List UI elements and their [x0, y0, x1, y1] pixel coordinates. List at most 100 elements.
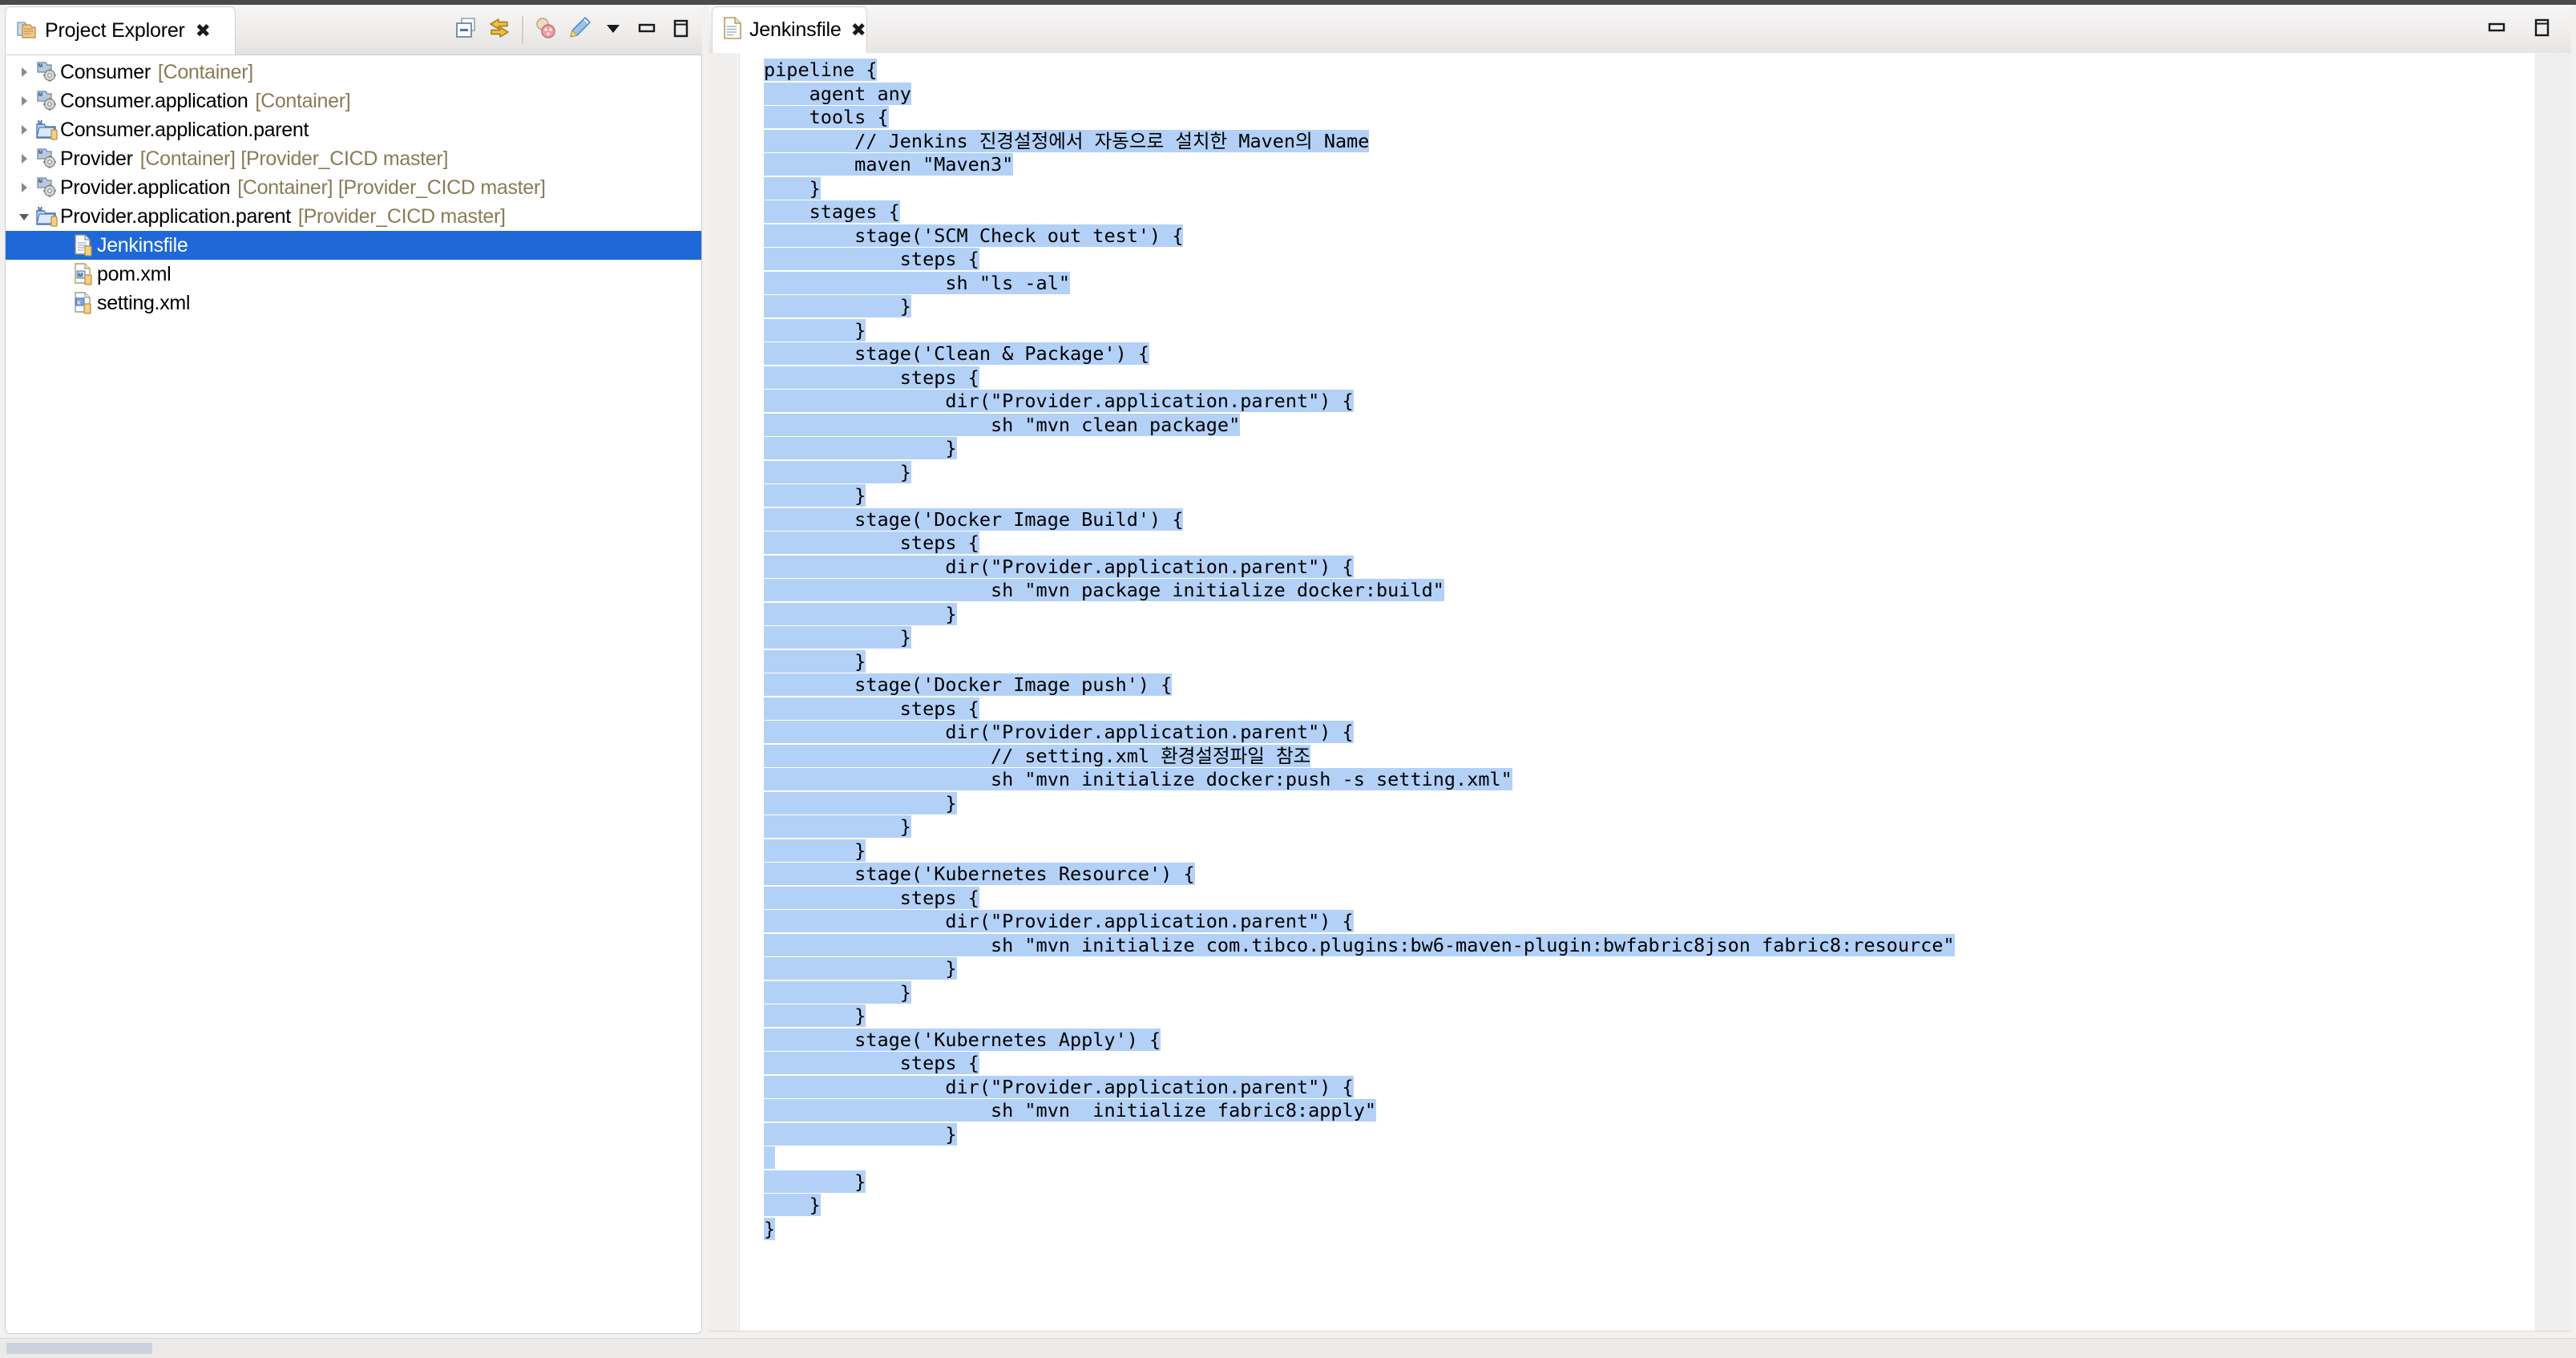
code-line[interactable]: } — [764, 1004, 866, 1027]
code-line[interactable]: steps { — [764, 248, 979, 270]
tree-item-provider-application[interactable]: M Provider.application [Container] [Provid… — [6, 173, 701, 202]
code-line[interactable]: } — [764, 957, 957, 980]
chevron-down-icon — [601, 16, 625, 44]
code-line[interactable]: } — [764, 839, 866, 862]
chevron-right-icon[interactable] — [15, 180, 33, 195]
code-line[interactable]: steps { — [764, 366, 979, 389]
code-line[interactable]: dir("Provider.application.parent") { — [764, 721, 1354, 743]
tree-item-label: Consumer.application.parent — [60, 118, 309, 141]
code-line[interactable] — [764, 1146, 776, 1169]
edit-task-button[interactable] — [563, 13, 596, 46]
code-line[interactable]: maven "Maven3" — [764, 153, 1014, 176]
code-line[interactable]: } — [764, 484, 866, 507]
editor-overview-ruler[interactable] — [2535, 53, 2571, 1331]
code-line[interactable]: } — [764, 1170, 866, 1193]
code-line[interactable]: } — [764, 1217, 776, 1240]
tab-jenkinsfile[interactable]: Jenkinsfile ✖ — [712, 6, 867, 53]
code-line[interactable]: sh "mvn package initialize docker:build" — [764, 579, 1444, 601]
code-line[interactable]: stage('Clean & Package') { — [764, 342, 1150, 365]
svg-text:M: M — [38, 180, 42, 184]
code-line[interactable]: dir("Provider.application.parent") { — [764, 390, 1354, 412]
code-viewport[interactable]: pipeline { agent any tools { // Jenkins … — [709, 53, 2534, 1331]
tree-item-jenkinsfile[interactable]: Jenkinsfile — [6, 231, 701, 260]
maven-folder-icon: M — [33, 118, 60, 142]
code-line[interactable]: tools { — [764, 106, 889, 128]
code-line[interactable]: } — [764, 437, 957, 459]
close-icon[interactable]: ✖ — [196, 22, 211, 40]
code-line[interactable]: } — [764, 815, 911, 838]
tree-item-meta: [Container] [Provider_CICD master] — [139, 147, 449, 170]
source-code[interactable]: pipeline { agent any tools { // Jenkins … — [709, 59, 1955, 1241]
code-line[interactable]: dir("Provider.application.parent") { — [764, 1075, 1354, 1098]
code-line[interactable]: dir("Provider.application.parent") { — [764, 555, 1354, 578]
code-line[interactable]: } — [764, 649, 866, 673]
code-line[interactable]: } — [764, 318, 866, 342]
tree-item-consumer-application[interactable]: M Consumer.application [Container] — [6, 87, 701, 115]
code-line[interactable]: steps { — [764, 1052, 979, 1074]
code-line[interactable]: pipeline { — [764, 59, 878, 81]
code-line[interactable]: stage('Docker Image push') { — [764, 673, 1173, 696]
code-line[interactable]: sh "mvn initialize fabric8:apply" — [764, 1099, 1377, 1122]
code-line[interactable]: stage('Docker Image Build') { — [764, 507, 1184, 531]
code-line[interactable]: } — [764, 602, 957, 625]
collapse-all-button[interactable] — [449, 13, 482, 46]
code-line[interactable]: sh "mvn initialize docker:push -s settin… — [764, 768, 1512, 790]
code-line[interactable]: steps { — [764, 886, 979, 909]
code-line[interactable]: // Jenkins 진경설정에서 자동으로 설치한 Maven의 Name — [764, 129, 1370, 152]
chevron-right-icon[interactable] — [15, 65, 33, 79]
link-with-editor-button[interactable] — [482, 13, 516, 46]
code-line[interactable]: } — [764, 1122, 957, 1146]
overview-ruler-track[interactable] — [2536, 53, 2571, 1331]
code-line[interactable]: } — [764, 980, 911, 1004]
project-explorer-tabstrip: Project Explorer ✖ — [5, 5, 702, 55]
maven-project-icon: M — [33, 89, 60, 113]
maven-project-icon: M — [33, 176, 60, 200]
scrollbar-thumb[interactable] — [6, 1343, 152, 1354]
tree-item-meta: [Container] — [255, 89, 351, 112]
chevron-right-icon[interactable] — [15, 94, 33, 108]
minimize-button[interactable] — [2480, 12, 2513, 46]
minimize-button[interactable] — [630, 13, 664, 46]
tree-item-pom-xml[interactable]: Mpom.xml — [6, 260, 701, 289]
project-explorer-toolbar — [449, 5, 697, 55]
maximize-icon — [668, 16, 692, 44]
code-line[interactable]: } — [764, 295, 911, 317]
maximize-button[interactable] — [2525, 12, 2558, 46]
code-line[interactable]: steps { — [764, 697, 979, 720]
code-line[interactable]: } — [764, 791, 957, 814]
code-line[interactable]: dir("Provider.application.parent") { — [764, 910, 1354, 932]
code-line[interactable]: sh "mvn clean package" — [764, 413, 1241, 436]
code-line[interactable]: stage('Kubernetes Resource') { — [764, 863, 1195, 885]
tree-item-consumer-application-parent[interactable]: M Consumer.application.parent — [6, 115, 701, 144]
close-icon[interactable]: ✖ — [851, 21, 866, 39]
svg-text:M: M — [38, 64, 42, 69]
maximize-button[interactable] — [664, 13, 697, 46]
chevron-right-icon[interactable] — [15, 152, 33, 166]
tab-project-explorer[interactable]: Project Explorer ✖ — [5, 6, 236, 55]
code-line[interactable]: stage('Kubernetes Apply') { — [764, 1028, 1161, 1051]
code-line[interactable]: steps { — [764, 531, 979, 554]
chevron-right-icon[interactable] — [15, 123, 33, 137]
code-line[interactable]: // setting.xml 환경설정파일 참조 — [764, 744, 1311, 767]
focus-on-active-task-button[interactable] — [529, 13, 563, 46]
code-line[interactable]: agent any — [764, 82, 911, 105]
code-line[interactable]: } — [764, 626, 911, 649]
tree-item-consumer[interactable]: M Consumer [Container] — [6, 58, 701, 87]
code-line[interactable]: sh "mvn initialize com.tibco.plugins:bw6… — [764, 933, 1955, 956]
code-line[interactable]: } — [764, 1194, 821, 1216]
code-line[interactable]: } — [764, 176, 821, 200]
tree-item-setting-xml[interactable]: x setting.xml — [6, 289, 701, 317]
tree-item-provider[interactable]: M Provider [Container] [Provider_CICD mast… — [6, 144, 701, 173]
svg-text:M: M — [78, 272, 83, 279]
view-menu-button[interactable] — [596, 13, 630, 46]
code-line[interactable]: sh "ls -al" — [764, 271, 1071, 294]
window-hscrollbar[interactable] — [0, 1338, 2576, 1358]
project-explorer-tab-label: Project Explorer — [45, 19, 185, 42]
code-line[interactable]: stages { — [764, 200, 900, 223]
chevron-down-icon[interactable] — [15, 209, 33, 224]
project-tree[interactable]: M Consumer [Container] M Consumer.applicatio… — [6, 55, 701, 317]
tree-item-provider-application-parent[interactable]: M Provider.application.parent [Provider_CI… — [6, 202, 701, 231]
project-explorer-icon — [15, 18, 38, 44]
code-line[interactable]: stage('SCM Check out test') { — [764, 224, 1184, 247]
code-line[interactable]: } — [764, 460, 911, 483]
